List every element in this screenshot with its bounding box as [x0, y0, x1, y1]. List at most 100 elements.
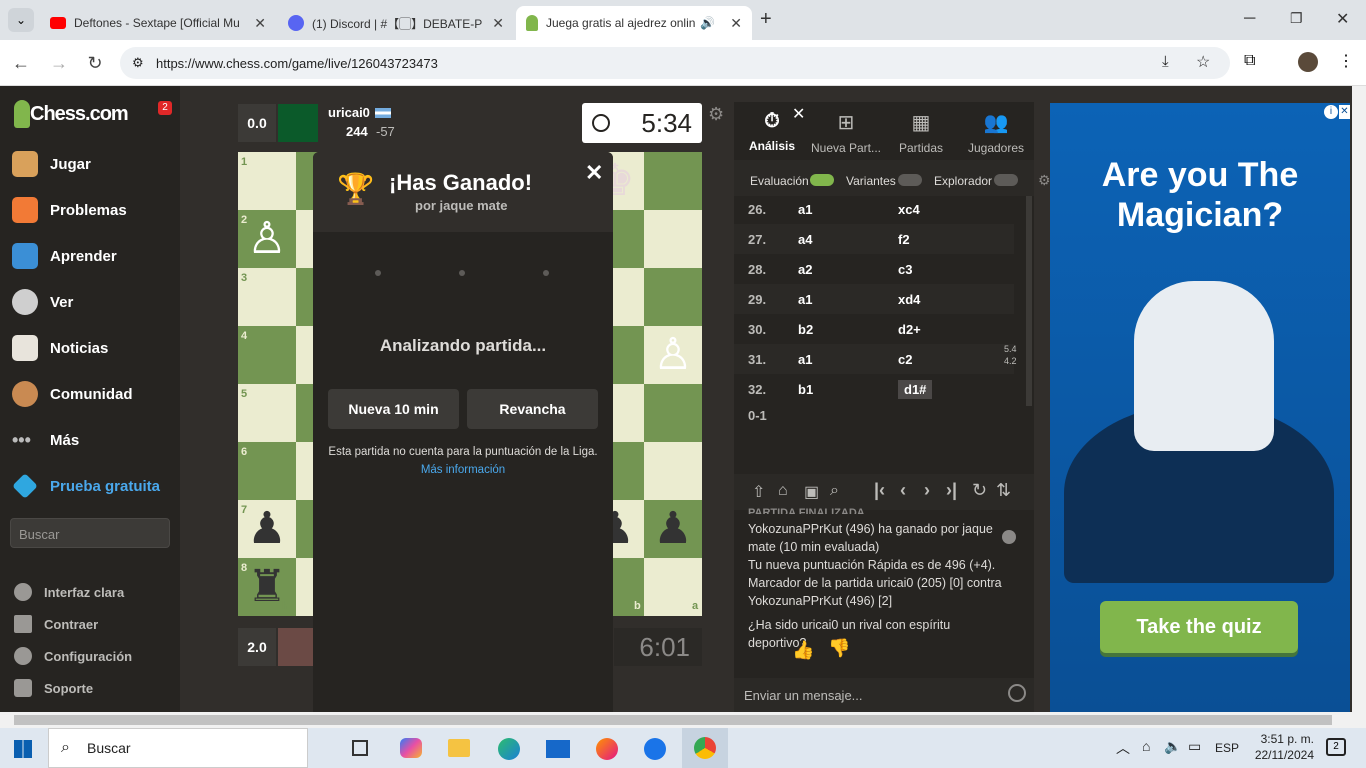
zoom-icon[interactable]: ⌕ — [830, 482, 839, 500]
horizontal-scrollbar[interactable] — [0, 712, 1366, 728]
thumbs-down-icon[interactable]: 👎 — [828, 638, 850, 659]
firefox-icon[interactable] — [596, 738, 618, 760]
display-icon[interactable]: ▭ — [1188, 738, 1201, 755]
panel-settings-icon[interactable]: ⚙ — [1038, 172, 1051, 189]
rematch-button[interactable]: Revancha — [467, 389, 598, 429]
clock-date[interactable]: 22/11/2024 — [1246, 748, 1314, 762]
sidebar-item-soporte[interactable]: Soporte — [14, 679, 93, 697]
site-settings-icon[interactable]: ⚙ — [132, 55, 144, 71]
chess-piece[interactable]: ♜ — [238, 558, 296, 616]
next-move-icon[interactable]: › — [924, 480, 930, 501]
sidebar-item-contraer[interactable]: Contraer — [14, 615, 98, 633]
board-square[interactable] — [644, 152, 702, 210]
thunderbird-icon[interactable] — [644, 738, 666, 760]
toggle-explorador[interactable] — [994, 174, 1018, 186]
tab-search-icon[interactable]: ⌄ — [8, 8, 34, 32]
top-player-name[interactable]: uricai0 — [328, 105, 370, 120]
notification-center-icon[interactable]: 2 — [1326, 738, 1346, 756]
chess-piece[interactable]: ♟ — [644, 500, 702, 558]
settings-gear-icon[interactable]: ⚙ — [708, 104, 724, 125]
sidebar-item-aprender[interactable]: Aprender — [12, 243, 117, 269]
image-icon[interactable]: ▣ — [804, 482, 819, 502]
black-move[interactable]: xc4 — [898, 202, 920, 217]
black-move[interactable]: xd4 — [898, 292, 920, 307]
menu-dots-icon[interactable]: ⋮ — [1338, 51, 1354, 71]
volume-icon[interactable]: 🔈 — [1164, 738, 1181, 755]
clock-time[interactable]: 3:51 p. m. — [1250, 732, 1314, 746]
black-move-selected[interactable]: d1# — [898, 380, 933, 399]
thumbs-up-icon[interactable]: 👍 — [792, 640, 814, 661]
mail-icon[interactable] — [546, 740, 570, 758]
black-move[interactable]: c3 — [898, 262, 912, 277]
white-move[interactable]: a1 — [798, 292, 812, 307]
url-field[interactable]: ⚙ https://www.chess.com/game/live/126043… — [120, 47, 1230, 79]
close-modal-icon[interactable]: ✕ — [585, 160, 603, 186]
tab-discord[interactable]: (1) Discord | #【▢】DEBATE-PRINC ✕ — [278, 6, 514, 40]
profile-avatar[interactable] — [1298, 52, 1318, 72]
chrome-taskbar-item[interactable] — [682, 728, 728, 768]
reload-icon[interactable]: ↻ — [82, 50, 108, 76]
sidebar-item-prueba[interactable]: Prueba gratuita — [12, 473, 160, 499]
first-move-icon[interactable]: |‹ — [874, 480, 885, 501]
sidebar-item-comunidad[interactable]: Comunidad — [12, 381, 133, 407]
white-move[interactable]: b1 — [798, 382, 813, 397]
speaker-icon[interactable]: 🔊 — [700, 16, 715, 30]
tab-partidas[interactable]: ▦ Partidas — [885, 110, 957, 155]
sidebar-item-jugar[interactable]: Jugar — [12, 151, 91, 177]
moves-scrollbar[interactable] — [1026, 196, 1032, 406]
chat-input[interactable]: Enviar un mensaje... — [734, 678, 1034, 712]
close-tab-icon[interactable]: ✕ — [254, 15, 266, 32]
sidebar-item-ver[interactable]: Ver — [12, 289, 73, 315]
sidebar-item-noticias[interactable]: Noticias — [12, 335, 108, 361]
white-move[interactable]: a1 — [798, 352, 812, 367]
white-move[interactable]: a2 — [798, 262, 812, 277]
bookmark-star-icon[interactable]: ☆ — [1196, 52, 1210, 72]
advertisement[interactable]: i ✕ Are you The Magician? Take the quiz — [1050, 103, 1350, 712]
restore-icon[interactable]: ❐ — [1290, 10, 1303, 27]
white-move[interactable]: a1 — [798, 202, 812, 217]
white-move[interactable]: b2 — [798, 322, 813, 337]
language-indicator[interactable]: ESP — [1215, 741, 1239, 755]
ad-close-icon[interactable]: ✕ — [1339, 105, 1350, 119]
file-explorer-icon[interactable] — [448, 739, 470, 757]
toggle-variantes[interactable] — [898, 174, 922, 186]
last-move-icon[interactable]: ›| — [946, 480, 957, 501]
new-game-button[interactable]: Nueva 10 min — [328, 389, 459, 429]
sidebar-item-problemas[interactable]: Problemas — [12, 197, 127, 223]
board-square[interactable] — [644, 442, 702, 500]
close-window-icon[interactable]: ✕ — [1336, 9, 1349, 29]
sidebar-item-config[interactable]: Configuración — [14, 647, 132, 665]
page-scrollbar[interactable] — [1352, 86, 1366, 712]
tab-chess[interactable]: Juega gratis al ajedrez onlin 🔊 ✕ — [516, 6, 752, 40]
board-square[interactable] — [644, 210, 702, 268]
board-square[interactable] — [644, 268, 702, 326]
tab-deftones[interactable]: Deftones - Sextape [Official Mu ✕ — [40, 6, 276, 40]
sidebar-item-interfaz[interactable]: Interfaz clara — [14, 583, 124, 601]
close-tab-icon[interactable]: ✕ — [492, 15, 504, 32]
scroll-thumb[interactable] — [14, 715, 1332, 725]
notification-badge[interactable]: 2 — [158, 101, 172, 115]
forward-icon[interactable]: → — [46, 50, 72, 76]
toggle-evaluacion[interactable] — [810, 174, 834, 186]
prev-move-icon[interactable]: ‹ — [900, 480, 906, 501]
chess-piece[interactable]: ♙ — [644, 326, 702, 384]
tray-chevron-icon[interactable]: ︿ — [1116, 738, 1130, 758]
sidebar-item-mas[interactable]: ••• Más — [12, 427, 79, 453]
extensions-icon[interactable]: ⧉ — [1244, 52, 1255, 70]
more-info-link[interactable]: Más información — [313, 464, 613, 476]
chess-logo[interactable]: Chess.com — [14, 100, 129, 128]
task-view-icon[interactable] — [352, 740, 368, 756]
sidebar-search-input[interactable]: Buscar — [10, 518, 170, 548]
close-tab-icon[interactable]: ✕ — [730, 15, 742, 32]
back-icon[interactable]: ← — [8, 50, 34, 76]
emoji-icon[interactable] — [1008, 684, 1026, 702]
tab-nueva-partida[interactable]: ⊞ Nueva Part... — [810, 110, 882, 155]
flip-board-icon[interactable]: ⇅ — [996, 480, 1011, 501]
edge-icon[interactable] — [498, 738, 520, 760]
take-quiz-button[interactable]: Take the quiz — [1100, 601, 1298, 653]
bottom-player-avatar[interactable] — [278, 628, 314, 666]
tab-analisis[interactable]: ⏱ Análisis — [736, 110, 808, 153]
ad-info-icon[interactable]: i — [1324, 105, 1338, 119]
chess-piece[interactable]: ♟ — [238, 500, 296, 558]
network-icon[interactable]: ⌂ — [1142, 738, 1150, 754]
